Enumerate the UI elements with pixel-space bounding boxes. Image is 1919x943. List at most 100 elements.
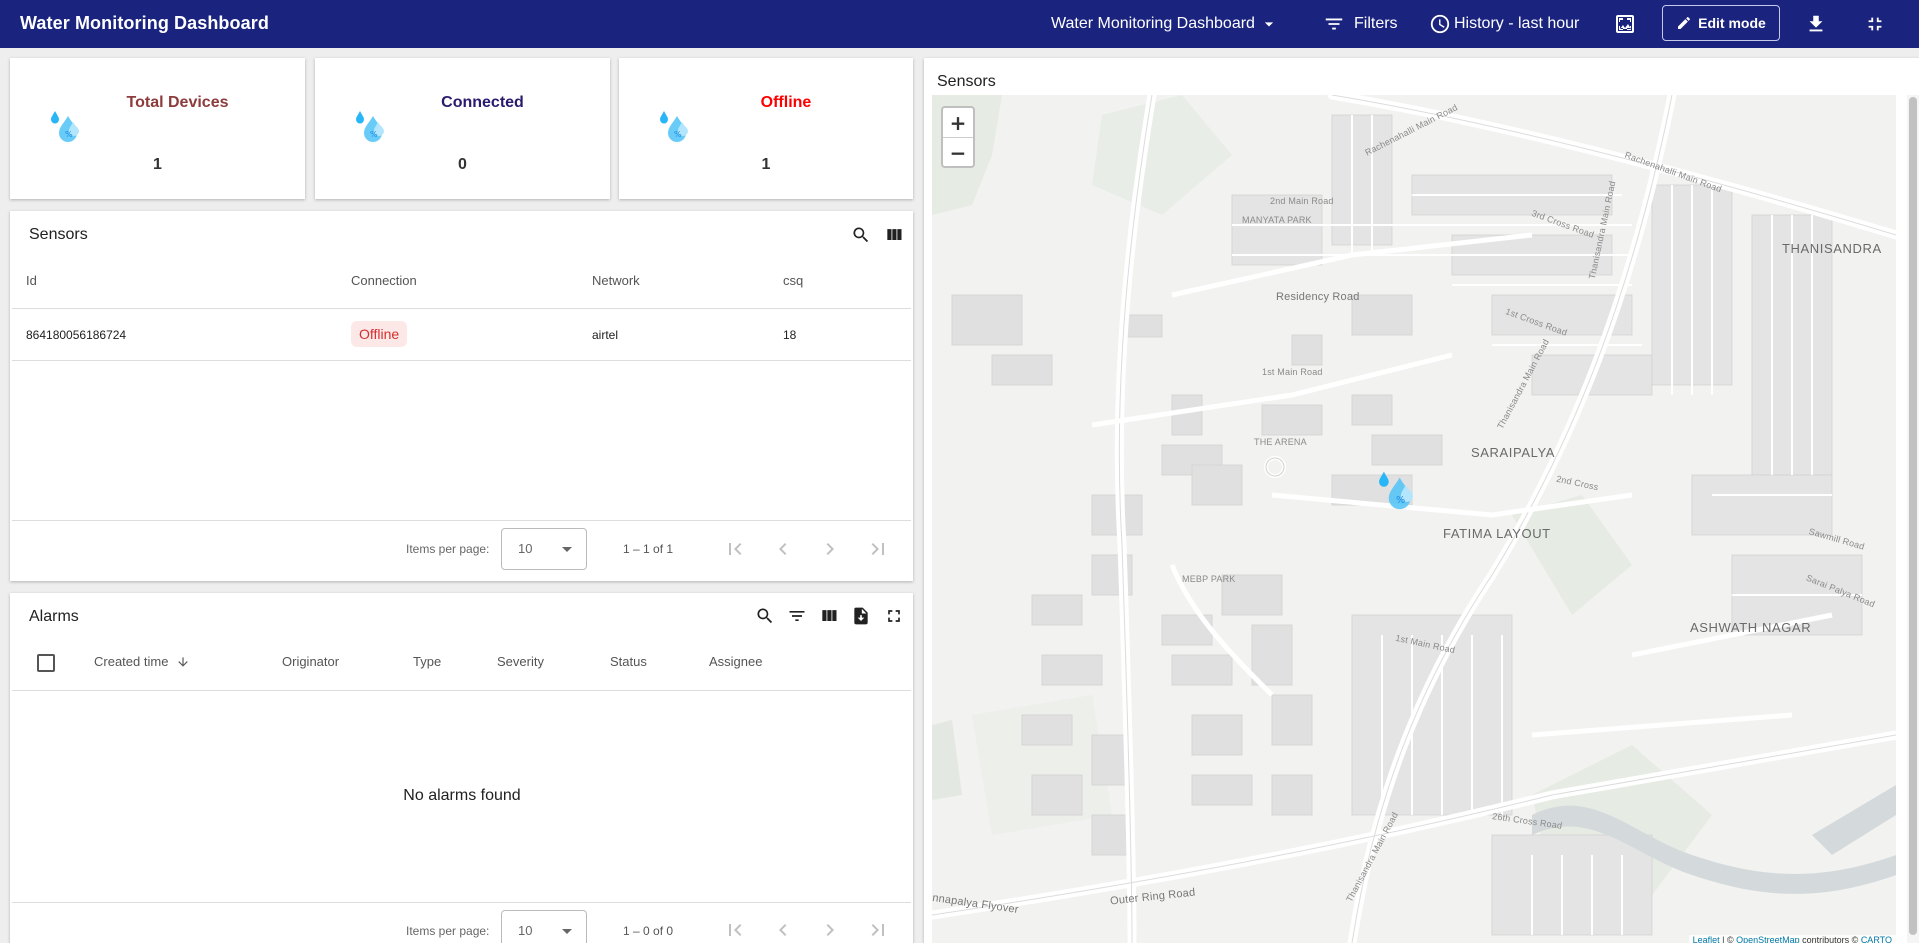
map-title: Sensors [937,73,996,90]
search-icon [757,608,773,624]
items-per-page-value: 10 [518,541,533,556]
water-drop-icon: % [356,111,384,142]
leaflet-link[interactable]: Leaflet [1693,935,1720,943]
water-drop-icon: % [51,111,79,142]
zoom-out-button[interactable]: − [943,138,973,167]
history-label: History - last hour [1454,15,1580,32]
first-page-button[interactable] [723,537,747,561]
previous-page-button[interactable] [771,918,795,942]
export-file-icon [854,607,868,625]
history-button[interactable]: History - last hour [1429,0,1579,48]
filters-button[interactable]: Filters [1323,0,1398,48]
column-header-created-time[interactable]: Created time [94,654,190,669]
carto-link[interactable]: CARTO [1861,935,1892,943]
column-header-connection[interactable]: Connection [351,273,417,288]
dashboard-selector[interactable]: Water Monitoring Dashboard [1051,0,1279,48]
water-drop-icon: % [660,111,688,142]
chevron-down-icon [562,547,572,552]
column-header-assignee[interactable]: Assignee [709,654,762,669]
column-header-originator[interactable]: Originator [282,654,339,669]
items-per-page-select[interactable]: 10 [501,528,587,570]
svg-text:%: % [674,130,682,139]
next-page-button[interactable] [818,918,842,942]
no-alarms-message: No alarms found [403,787,521,804]
status-badge: Offline [351,321,408,347]
header-divider [12,308,911,309]
download-icon [1809,15,1823,32]
column-header-status[interactable]: Status [610,654,647,669]
previous-page-button[interactable] [771,537,795,561]
items-per-page-select[interactable]: 10 [501,910,587,943]
items-per-page-label: Items per page: [406,542,490,556]
first-page-button[interactable] [723,918,747,942]
osm-link[interactable]: OpenStreetMap [1736,935,1800,943]
download-button[interactable] [1805,0,1827,48]
row-divider [12,360,911,361]
map-label: FATIMA LAYOUT [1443,526,1551,541]
app-title: Water Monitoring Dashboard [20,13,269,33]
fullscreen-icon [888,610,900,622]
top-bar: Water Monitoring Dashboard Water Monitor… [0,0,1919,48]
paginator-divider [12,520,911,521]
svg-text:%: % [65,130,73,139]
alarms-search-button[interactable] [753,604,777,628]
svg-text:%: % [370,130,378,139]
column-header-network[interactable]: Network [592,273,640,288]
cell-csq: 18 [783,328,797,342]
alarms-filter-button[interactable] [785,604,809,628]
map-label: MANYATA PARK [1242,215,1312,225]
edit-mode-button[interactable]: Edit mode [1662,5,1780,41]
scrollbar-thumb[interactable] [1909,97,1917,935]
stat-value: 1 [761,156,771,173]
column-header-type[interactable]: Type [413,654,441,669]
chevron-right-icon [826,543,834,555]
dashboard-selector-label: Water Monitoring Dashboard [1051,15,1255,32]
column-header-created-time-label: Created time [94,654,169,669]
map-label: Residency Road [1276,291,1360,303]
image-button[interactable] [1613,0,1637,48]
map-tiles [932,95,1896,943]
arrow-down-icon [178,657,188,667]
columns-icon [887,229,902,240]
alarms-table-card [10,593,913,943]
alarms-columns-button[interactable] [817,604,841,628]
column-header-csq[interactable]: csq [783,273,803,288]
chevron-right-icon [826,924,834,936]
chevron-left-icon [779,924,787,936]
cell-network: airtel [592,328,619,342]
sensors-columns-button[interactable] [882,223,906,247]
header-divider [12,690,911,691]
alarms-export-button[interactable] [849,604,873,628]
select-all-checkbox[interactable] [37,654,55,672]
stat-value: 1 [153,156,162,173]
column-header-id[interactable]: Id [26,273,37,288]
sensor-marker-icon[interactable]: % [1375,468,1417,514]
first-page-icon [729,543,742,555]
chevron-left-icon [779,543,787,555]
first-page-icon [729,924,742,936]
columns-icon [822,610,837,621]
sensors-search-button[interactable] [849,223,873,247]
alarms-table-title: Alarms [29,608,79,625]
map-attribution: Leaflet | © OpenStreetMap contributors ©… [1688,935,1896,943]
sensors-table-card [10,211,913,581]
stat-value: 0 [458,156,467,173]
svg-text:%: % [1396,495,1405,506]
last-page-button[interactable] [866,918,890,942]
last-page-button[interactable] [866,537,890,561]
stat-card-offline: Offline % 1 [619,58,913,199]
cell-id: 864180056186724 [26,328,127,342]
map-area[interactable]: Rachenahalli Main Road Rachenahalli Main… [932,95,1896,943]
column-header-severity[interactable]: Severity [497,654,544,669]
chevron-down-icon [562,929,572,934]
map-label: THE ARENA [1254,437,1307,447]
stat-card-total-devices: Total Devices % 1 [10,58,305,199]
next-page-button[interactable] [818,537,842,561]
exit-fullscreen-button[interactable] [1864,0,1886,48]
image-icon [1616,15,1634,33]
zoom-in-button[interactable]: + [943,108,973,137]
alarms-fullscreen-button[interactable] [882,604,906,628]
edit-mode-label: Edit mode [1698,15,1766,31]
map-label: 1st Main Road [1262,367,1323,377]
map-label: MEBP PARK [1182,574,1236,584]
